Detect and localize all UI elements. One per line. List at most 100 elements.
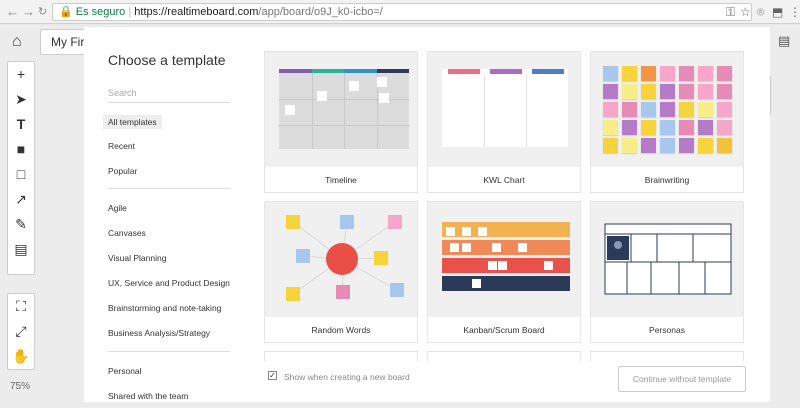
timeline-thumbnail [265, 52, 417, 167]
sticky-note [717, 66, 732, 81]
personas-thumbnail [591, 202, 743, 317]
kanban-card [446, 227, 455, 236]
extension-icon[interactable]: ⬒ [772, 4, 783, 20]
category-ux-design[interactable]: UX, Service and Product Design [108, 278, 230, 288]
sticky-note [641, 120, 656, 135]
sticky-note [698, 66, 713, 81]
menu-icon[interactable]: ⋮ [789, 4, 800, 20]
board-name[interactable]: My First Board [40, 29, 86, 55]
kwl-bar [532, 69, 564, 74]
sticky-note [679, 84, 694, 99]
kanban-card [478, 227, 487, 236]
fullscreen-icon[interactable]: ⤢ [8, 319, 34, 344]
kwl-divider [526, 75, 527, 147]
category-shared[interactable]: Shared with the team [108, 391, 188, 401]
back-icon[interactable]: ← [6, 4, 19, 20]
continue-without-template-button[interactable]: Continue without template [618, 366, 746, 392]
category-popular[interactable]: Popular [108, 166, 137, 176]
sticky-note [679, 66, 694, 81]
category-agile[interactable]: Agile [108, 203, 127, 213]
sticky-note [660, 138, 675, 153]
shape-icon[interactable]: □ [8, 162, 34, 187]
category-personal[interactable]: Personal [108, 366, 142, 376]
show-on-new-board-checkbox[interactable]: ✓ [268, 371, 277, 380]
template-card-brainwriting[interactable]: Brainwriting [590, 51, 744, 193]
template-card-kwl-chart[interactable]: KWL Chart [427, 51, 581, 193]
note-rect [317, 91, 327, 101]
sticky-note [622, 120, 637, 135]
forward-icon[interactable]: → [22, 4, 35, 20]
kanban-card [492, 243, 501, 252]
modal-footer: ✓ Show when creating a new board Continu… [264, 361, 770, 402]
kwl-bar [448, 69, 480, 74]
star-icon[interactable]: ☆ [740, 4, 751, 20]
template-name: Random Words [311, 325, 371, 335]
sticky-note [641, 84, 656, 99]
word-sticky [296, 249, 310, 263]
brainwriting-thumbnail [591, 52, 743, 167]
sticky-note [660, 102, 675, 117]
sticky-note [641, 66, 656, 81]
text-icon[interactable]: T [8, 112, 34, 137]
browser-chrome: ← → ↻ 🔒 Es seguro | https://realtimeboar… [0, 0, 800, 24]
category-recent[interactable]: Recent [108, 141, 135, 151]
sticky-note [679, 138, 694, 153]
center-circle [326, 243, 358, 275]
search-input[interactable] [108, 83, 230, 103]
sticky-note [698, 138, 713, 153]
sticky-note [641, 102, 656, 117]
arrow-icon[interactable]: ↗ [8, 187, 34, 212]
fit-screen-icon[interactable]: ⛶ [8, 294, 34, 319]
timeline-row-divider [279, 125, 409, 126]
note-rect [377, 77, 387, 87]
sticky-note [698, 102, 713, 117]
kwl-bar [490, 69, 522, 74]
template-name: Brainwriting [644, 175, 690, 185]
sticky-note-icon[interactable]: ■ [8, 137, 34, 162]
comment-icon[interactable]: ▤ [8, 237, 34, 262]
random-words-thumbnail [265, 202, 417, 317]
kanban-card [462, 243, 471, 252]
sticky-note [660, 66, 675, 81]
sticky-note [603, 84, 618, 99]
pen-icon[interactable]: ✎ [8, 212, 34, 237]
view-toolbar: ⛶ ⤢ ✋ [7, 293, 35, 370]
word-sticky [388, 215, 402, 229]
category-canvases[interactable]: Canvases [108, 228, 146, 238]
kanban-card [462, 227, 471, 236]
category-visual-planning[interactable]: Visual Planning [108, 253, 166, 263]
timeline-row-divider [279, 99, 409, 100]
address-bar[interactable]: 🔒 Es seguro | https://realtimeboard.com/… [52, 3, 752, 21]
sticky-note [622, 66, 637, 81]
kanban-card [488, 261, 497, 270]
kanban-card [544, 261, 553, 270]
sticky-note [717, 102, 732, 117]
camera-icon[interactable]: ⌾ [757, 4, 764, 20]
sticky-note [603, 66, 618, 81]
kanban-card [472, 279, 481, 288]
template-card-personas[interactable]: Personas [590, 201, 744, 343]
sticky-note [698, 84, 713, 99]
template-name: KWL Chart [483, 175, 525, 185]
key-icon[interactable]: ⚿ [726, 4, 735, 20]
reload-icon[interactable]: ↻ [38, 4, 47, 20]
category-business-analysis[interactable]: Business Analysis/Strategy [108, 328, 210, 338]
main-toolbar: + ➤ T ■ □ ↗ ✎ ▤ [7, 61, 35, 275]
home-icon[interactable]: ⌂ [12, 33, 22, 51]
category-all-templates[interactable]: All templates [103, 115, 162, 129]
sticky-note [679, 120, 694, 135]
chat-icon[interactable]: ▤ [778, 33, 790, 49]
plus-icon[interactable]: + [8, 62, 34, 87]
hand-icon[interactable]: ✋ [8, 344, 34, 369]
template-card-timeline[interactable]: Timeline [264, 51, 418, 193]
template-card-random-words[interactable]: Random Words [264, 201, 418, 343]
timeline-bar [376, 69, 409, 73]
zoom-level[interactable]: 75% [10, 381, 30, 392]
cursor-icon[interactable]: ➤ [8, 87, 34, 112]
template-card-kanban[interactable]: Kanban/Scrum Board [427, 201, 581, 343]
timeline-bar [279, 69, 312, 73]
category-brainstorming[interactable]: Brainstorming and note-taking [108, 303, 221, 313]
kanban-card [450, 243, 459, 252]
sticky-note [641, 138, 656, 153]
sticky-note [622, 102, 637, 117]
